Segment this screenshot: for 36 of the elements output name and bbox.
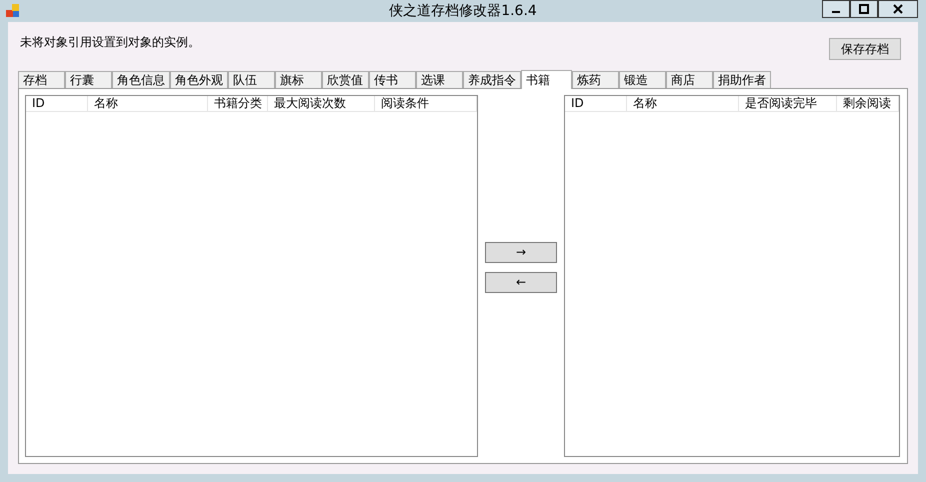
minimize-button[interactable] [822,0,850,18]
maximize-button[interactable] [850,0,878,18]
column-header[interactable]: 阅读条件 [375,96,477,111]
tab[interactable]: 书籍 [521,70,572,89]
maximize-icon [859,4,869,14]
close-button[interactable] [878,0,918,18]
minimize-icon [832,11,840,13]
column-header[interactable]: 名称 [88,96,208,111]
tab[interactable]: 行囊 [65,71,112,88]
column-header[interactable]: 是否阅读完毕 [739,96,837,111]
window-title: 侠之道存档修改器1.6.4 [388,2,538,20]
column-header[interactable]: 书籍分类 [208,96,268,111]
tab[interactable]: 存档 [18,71,65,88]
tab[interactable]: 欣赏值 [322,71,369,88]
transfer-button[interactable]: ← [485,272,557,292]
tab[interactable]: 炼药 [572,71,619,88]
close-icon [893,4,903,14]
column-header[interactable]: 最大阅读次数 [268,96,375,111]
tab[interactable]: 旗标 [275,71,322,88]
tab[interactable]: 角色外观 [170,71,228,88]
tab[interactable]: 传书 [369,71,416,88]
transfer-button[interactable]: → [485,242,557,262]
tab[interactable]: 养成指令 [463,71,521,88]
app-icon [6,4,20,18]
tab[interactable]: 商店 [666,71,713,88]
tab[interactable]: 选课 [416,71,463,88]
tab[interactable]: 捐助作者 [713,71,771,88]
tab[interactable]: 角色信息 [112,71,170,88]
column-header[interactable]: ID [565,96,627,111]
column-header[interactable]: 名称 [627,96,739,111]
save-button[interactable]: 保存存档 [829,38,901,60]
error-message: 未将对象引用设置到对象的实例。 [19,34,200,51]
column-header[interactable]: 剩余阅读 [837,96,899,111]
tab[interactable]: 队伍 [228,71,275,88]
tab[interactable]: 锻造 [619,71,666,88]
column-header[interactable]: ID [26,96,88,111]
